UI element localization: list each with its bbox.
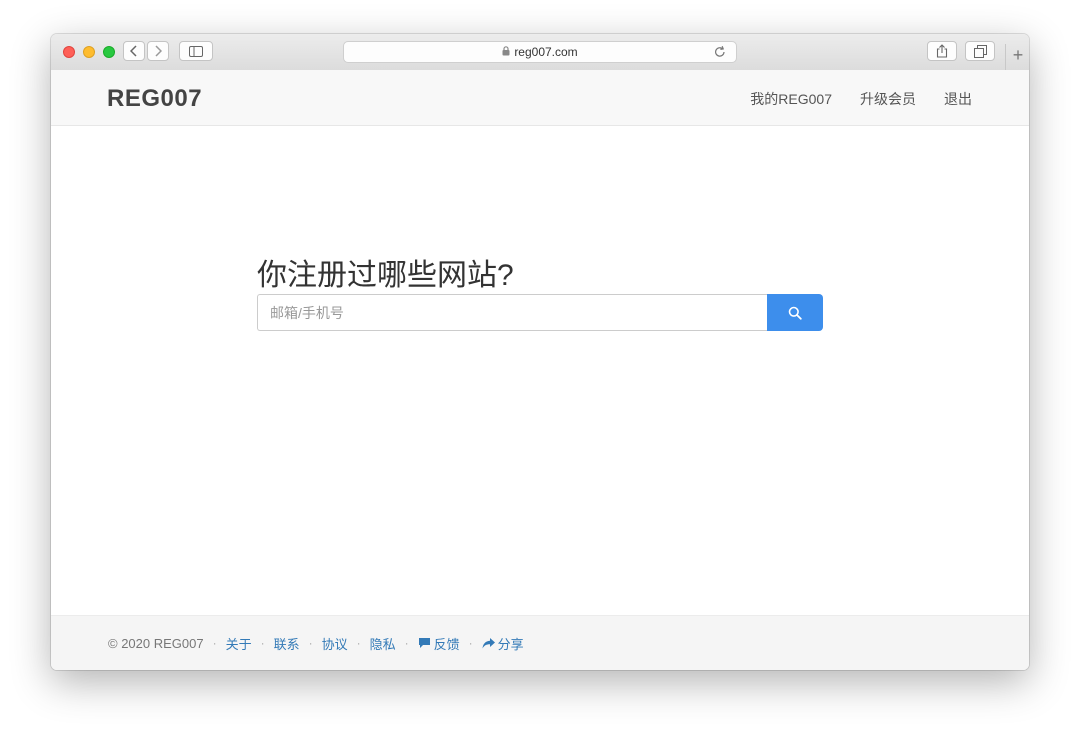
forward-icon bbox=[155, 45, 162, 57]
search-input[interactable] bbox=[257, 294, 767, 331]
footer-link-privacy[interactable]: 隐私 bbox=[370, 634, 396, 653]
forward-button[interactable] bbox=[147, 41, 169, 61]
share-arrow-icon bbox=[482, 637, 495, 648]
copyright-text: © 2020 REG007 bbox=[108, 635, 204, 651]
zoom-window-button[interactable] bbox=[103, 46, 115, 58]
footer-link-share[interactable]: 分享 bbox=[482, 634, 524, 653]
search-button[interactable] bbox=[767, 294, 823, 331]
footer-separator: · bbox=[212, 636, 217, 650]
url-text: reg007.com bbox=[514, 45, 578, 59]
footer-separator: · bbox=[308, 636, 313, 650]
close-window-button[interactable] bbox=[63, 46, 75, 58]
site-logo[interactable]: REG007 bbox=[107, 85, 202, 113]
sidebar-button[interactable] bbox=[179, 41, 213, 61]
comment-icon bbox=[418, 638, 430, 648]
back-button[interactable] bbox=[123, 41, 145, 61]
back-icon bbox=[130, 45, 137, 57]
search-form bbox=[257, 294, 823, 331]
search-icon bbox=[788, 306, 802, 320]
top-nav: 我的REG007 升级会员 退出 bbox=[750, 89, 972, 109]
browser-titlebar: reg007.com + bbox=[51, 34, 1029, 71]
sidebar-icon bbox=[189, 45, 203, 57]
lock-icon bbox=[502, 45, 510, 59]
footer-separator: · bbox=[260, 636, 265, 650]
site-header: REG007 我的REG007 升级会员 退出 bbox=[51, 70, 1029, 126]
browser-window: reg007.com + REG007 我的REG007 升级会员 退出 你注册… bbox=[51, 34, 1029, 670]
footer-link-contact[interactable]: 联系 bbox=[274, 634, 300, 653]
nav-upgrade-member[interactable]: 升级会员 bbox=[860, 89, 916, 109]
footer-separator: · bbox=[356, 636, 361, 650]
minimize-window-button[interactable] bbox=[83, 46, 95, 58]
footer-separator: · bbox=[468, 636, 473, 650]
share-button[interactable] bbox=[927, 41, 957, 61]
tabs-icon bbox=[973, 44, 987, 58]
new-tab-icon[interactable]: + bbox=[1005, 44, 1029, 70]
page-headline: 你注册过哪些网站? bbox=[257, 259, 514, 292]
site-footer: © 2020 REG007 · 关于 · 联系 · 协议 · 隐私 · 反馈 ·… bbox=[51, 615, 1029, 670]
footer-link-about[interactable]: 关于 bbox=[226, 634, 252, 653]
reload-icon[interactable] bbox=[714, 45, 726, 61]
footer-link-share-label: 分享 bbox=[497, 636, 524, 652]
nav-my-reg007[interactable]: 我的REG007 bbox=[750, 89, 832, 109]
footer-separator: · bbox=[404, 636, 409, 650]
footer-link-feedback-label: 反馈 bbox=[433, 636, 460, 652]
nav-logout[interactable]: 退出 bbox=[944, 89, 972, 109]
footer-link-feedback[interactable]: 反馈 bbox=[418, 634, 460, 653]
show-tabs-button[interactable] bbox=[965, 41, 995, 61]
address-bar[interactable]: reg007.com bbox=[343, 41, 737, 63]
share-icon bbox=[936, 44, 948, 58]
footer-link-terms[interactable]: 协议 bbox=[322, 634, 348, 653]
